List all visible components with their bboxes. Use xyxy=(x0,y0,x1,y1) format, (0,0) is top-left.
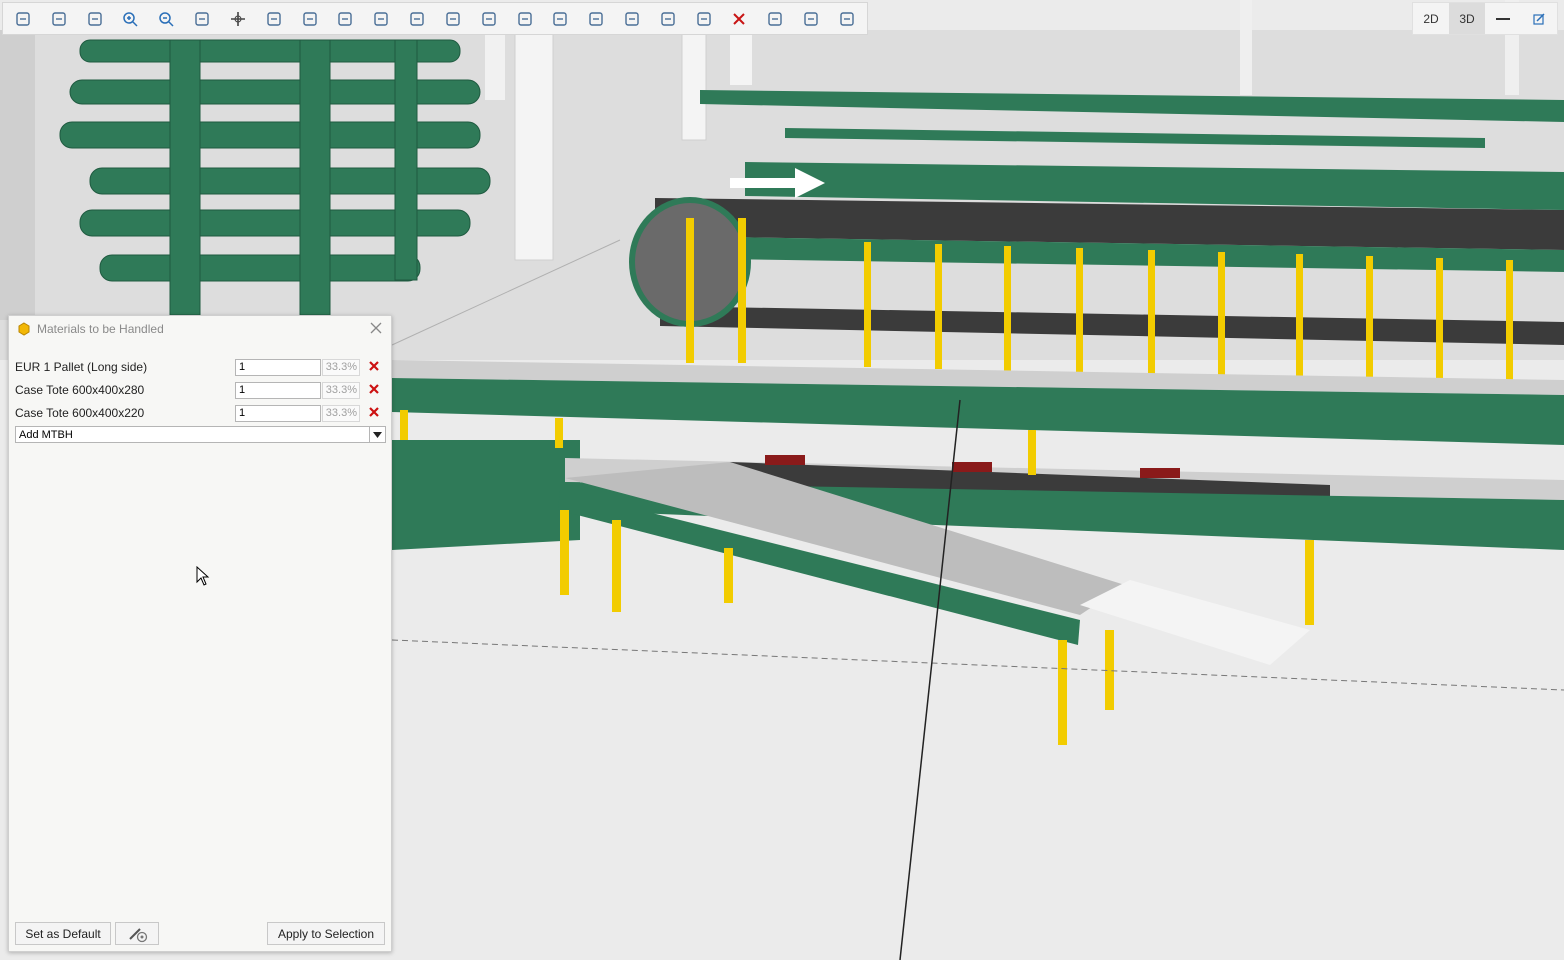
add-mtbh-select[interactable]: Add MTBH xyxy=(15,426,386,443)
link-icon[interactable] xyxy=(831,4,863,34)
zoom-window-icon[interactable] xyxy=(186,4,218,34)
zoom-out-icon[interactable] xyxy=(150,4,182,34)
arrows-icon[interactable] xyxy=(473,4,505,34)
measure-icon[interactable] xyxy=(795,4,827,34)
close-icon[interactable] xyxy=(369,321,383,335)
frame-icon[interactable] xyxy=(580,4,612,34)
chevron-down-icon[interactable] xyxy=(369,427,385,442)
view-mode-toggle: 2D 3D xyxy=(1412,2,1558,35)
percent-field: 33.3% xyxy=(322,358,360,376)
snap-icon[interactable] xyxy=(544,4,576,34)
zoom-extents-icon[interactable] xyxy=(79,4,111,34)
material-name: Case Tote 600x400x220 xyxy=(15,406,145,420)
apply-to-selection-button[interactable]: Apply to Selection xyxy=(267,922,385,945)
set-default-button[interactable]: Set as Default xyxy=(15,922,111,945)
orbit-icon[interactable] xyxy=(258,4,290,34)
delete-icon[interactable] xyxy=(724,4,756,34)
camera-icon[interactable] xyxy=(365,4,397,34)
cursor-icon xyxy=(196,566,210,586)
percent-field: 33.3% xyxy=(322,404,360,422)
view-3d-button[interactable]: 3D xyxy=(1449,3,1485,34)
delete-icon[interactable] xyxy=(367,405,381,419)
delete-icon[interactable] xyxy=(367,359,381,373)
view-2d-button[interactable]: 2D xyxy=(1413,3,1449,34)
quantity-input[interactable] xyxy=(235,358,321,376)
dialog-title: Materials to be Handled xyxy=(37,322,164,336)
comment-icon[interactable] xyxy=(616,4,648,34)
materials-dialog: Materials to be Handled EUR 1 Pallet (Lo… xyxy=(8,315,392,952)
dialog-header: Materials to be Handled xyxy=(9,316,391,342)
wrench-gear-icon xyxy=(129,927,148,942)
pan-icon[interactable] xyxy=(222,4,254,34)
delete-icon[interactable] xyxy=(367,382,381,396)
tag-icon[interactable] xyxy=(437,4,469,34)
settings-tool-button[interactable] xyxy=(115,922,159,945)
materials-icon xyxy=(18,322,30,336)
material-name: Case Tote 600x400x280 xyxy=(15,383,145,397)
zoom-in-icon[interactable] xyxy=(114,4,146,34)
film-icon[interactable] xyxy=(401,4,433,34)
material-name: EUR 1 Pallet (Long side) xyxy=(15,360,148,374)
select-icon[interactable] xyxy=(7,4,39,34)
quantity-input[interactable] xyxy=(235,381,321,399)
quantity-input[interactable] xyxy=(235,404,321,422)
material-row: Case Tote 600x400x220 33.3% xyxy=(15,403,387,423)
cut-icon[interactable] xyxy=(759,4,791,34)
percent-field: 33.3% xyxy=(322,381,360,399)
scale-icon[interactable] xyxy=(688,4,720,34)
insert-icon[interactable] xyxy=(329,4,361,34)
main-toolbar xyxy=(2,2,868,35)
fit-icon[interactable] xyxy=(294,4,326,34)
menu-icon[interactable] xyxy=(1485,3,1521,34)
edit-icon[interactable] xyxy=(1521,3,1557,34)
ruler-icon[interactable] xyxy=(509,4,541,34)
material-row: Case Tote 600x400x280 33.3% xyxy=(15,380,387,400)
add-mtbh-label: Add MTBH xyxy=(19,428,73,441)
material-row: EUR 1 Pallet (Long side) 33.3% xyxy=(15,357,387,377)
select-area-icon[interactable] xyxy=(43,4,75,34)
connect-icon[interactable] xyxy=(652,4,684,34)
